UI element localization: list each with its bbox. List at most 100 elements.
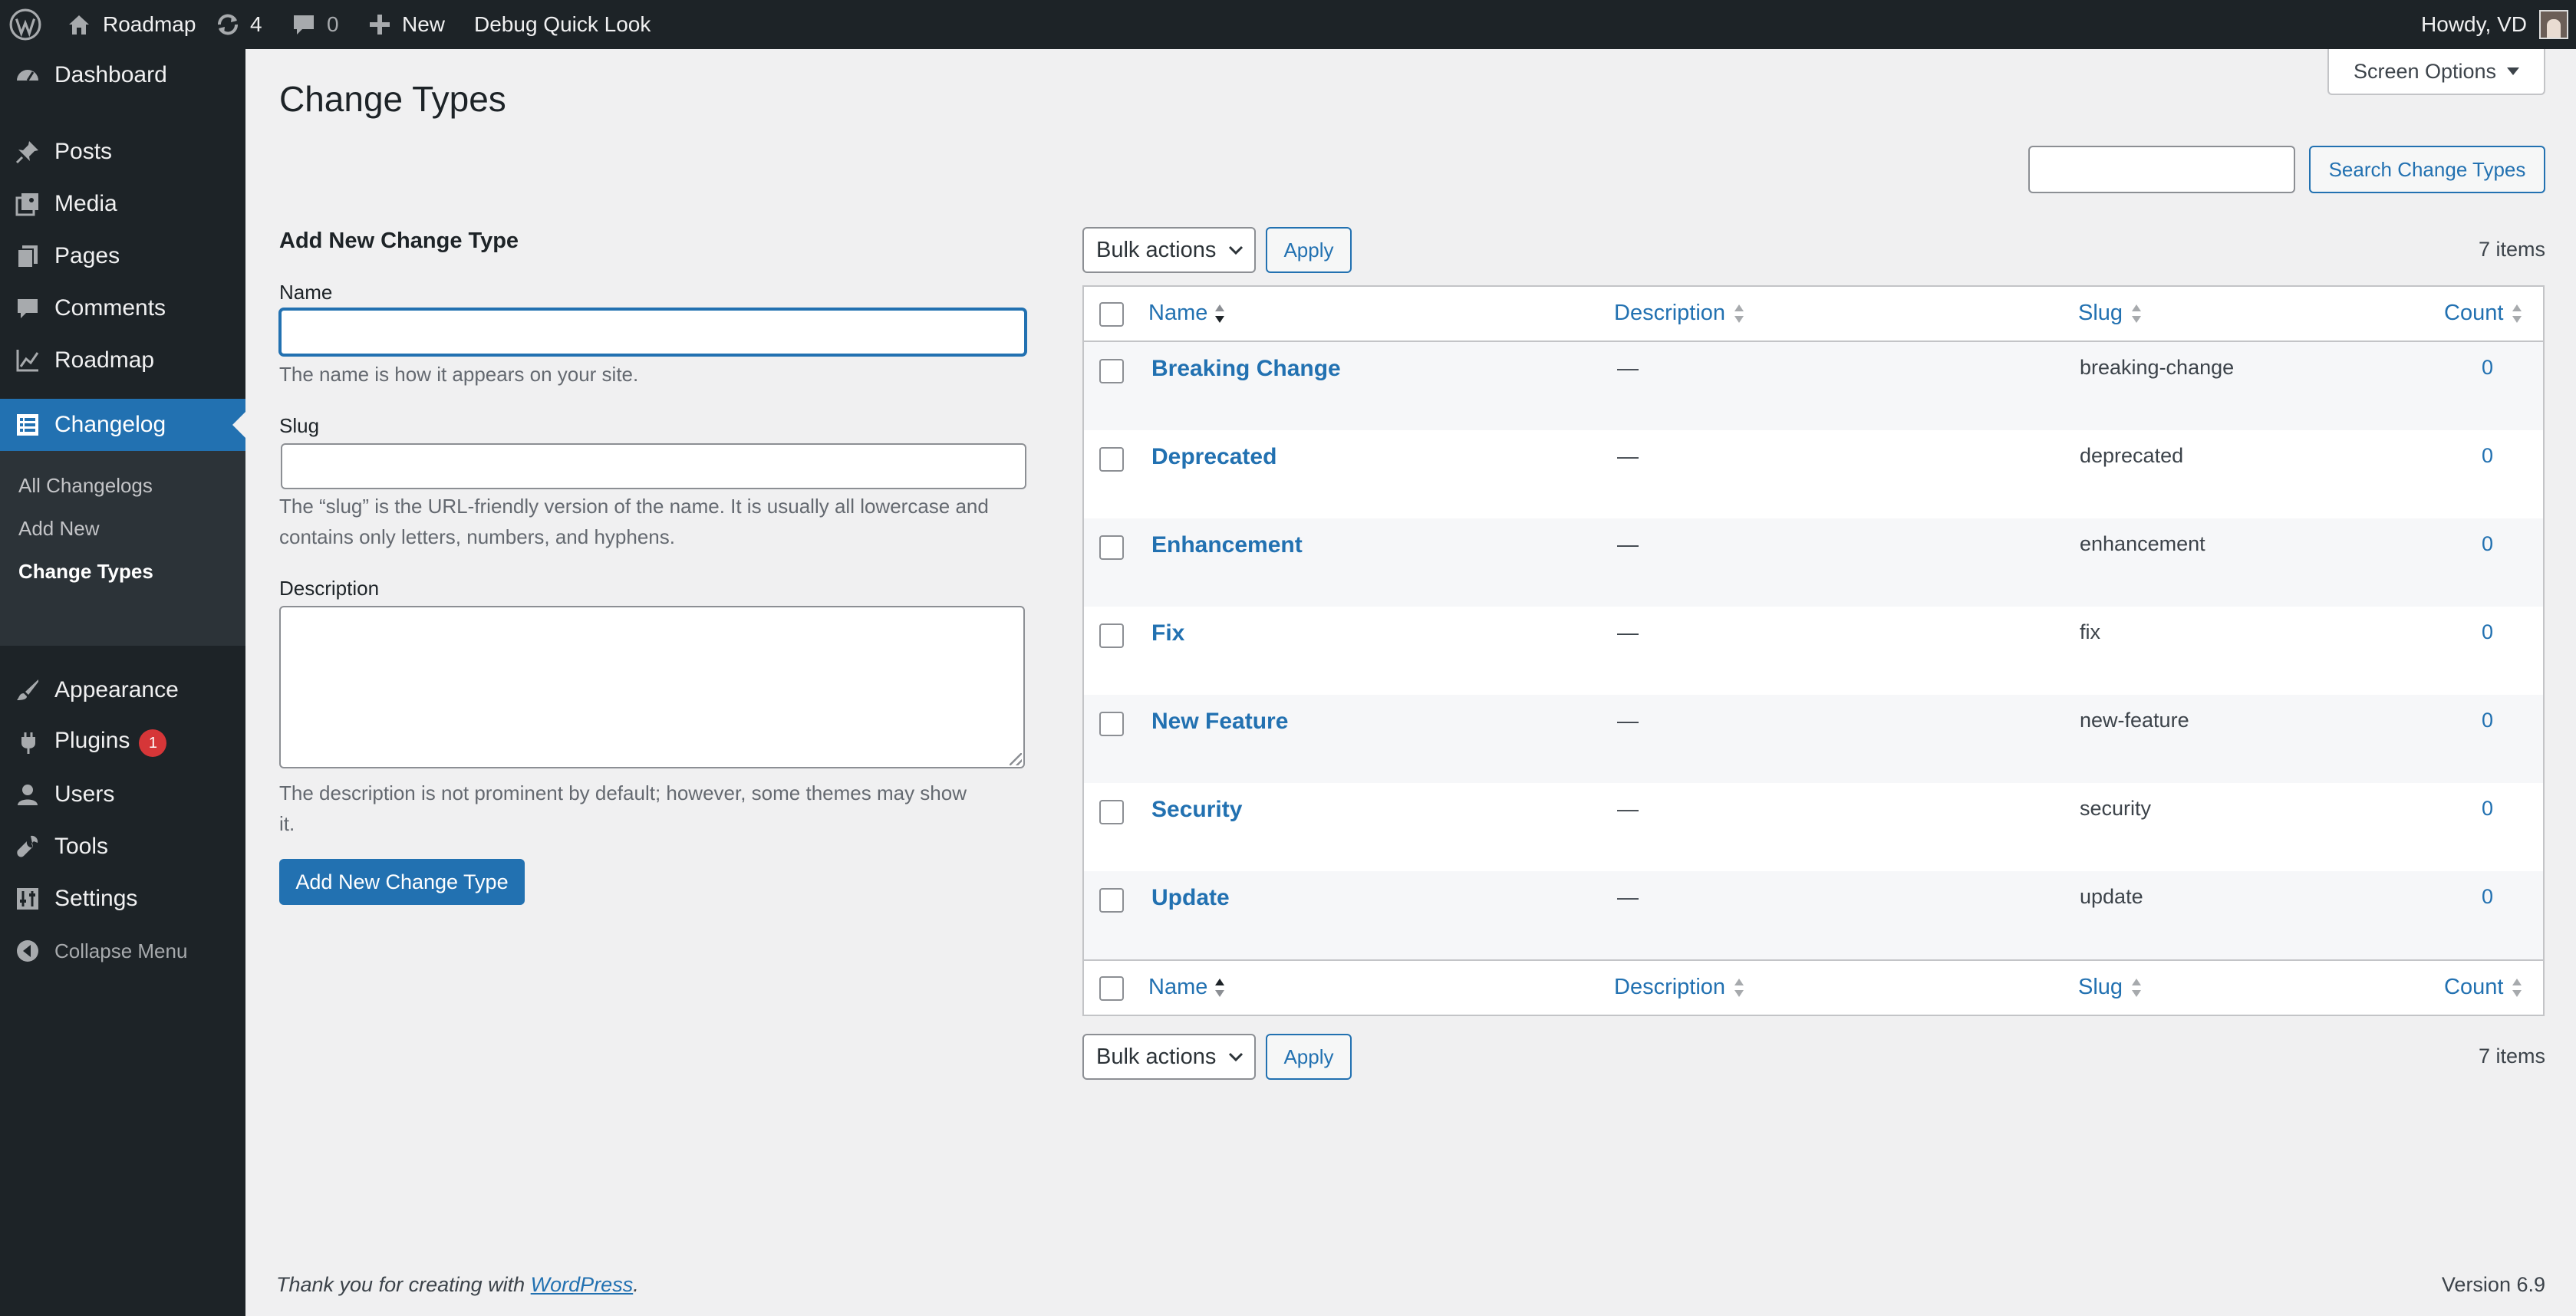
collapse-menu-button[interactable]: Collapse Menu — [0, 933, 245, 969]
menu-changelog[interactable]: Changelog — [0, 399, 245, 451]
column-footer-slug[interactable]: Slug — [2078, 975, 2143, 1000]
column-header-name[interactable]: Name — [1148, 301, 1226, 326]
comments-link[interactable]: 0 — [292, 0, 339, 49]
menu-users[interactable]: Users — [0, 776, 245, 813]
row-count-link[interactable]: 0 — [2482, 532, 2493, 556]
row-checkbox[interactable] — [1099, 623, 1124, 648]
howdy-text: Howdy, VD — [2421, 12, 2527, 36]
column-footer-name[interactable]: Name — [1148, 975, 1226, 1000]
row-checkbox[interactable] — [1099, 447, 1124, 472]
plugin-icon — [12, 727, 43, 758]
row-checkbox[interactable] — [1099, 359, 1124, 383]
column-header-count[interactable]: Count — [2444, 301, 2523, 326]
bulk-actions-select-bottom[interactable]: Bulk actions — [1082, 1034, 1256, 1080]
table-row: New Feature — new-feature 0 — [1084, 695, 2543, 783]
menu-comments[interactable]: Comments — [0, 290, 245, 327]
name-field[interactable] — [279, 308, 1026, 356]
row-count-link[interactable]: 0 — [2482, 885, 2493, 909]
user-icon — [12, 779, 43, 810]
row-slug: deprecated — [2080, 444, 2184, 467]
media-icon — [12, 189, 43, 219]
row-name-link[interactable]: Enhancement — [1151, 532, 1303, 558]
row-name-link[interactable]: Update — [1151, 885, 1230, 911]
screen-options-button[interactable]: Screen Options — [2327, 49, 2545, 95]
column-header-description[interactable]: Description — [1614, 301, 1745, 326]
select-all-checkbox[interactable] — [1099, 976, 1124, 1001]
menu-plugins[interactable]: Plugins 1 — [0, 724, 245, 761]
menu-label: Users — [54, 781, 115, 807]
row-name-link[interactable]: Security — [1151, 797, 1242, 823]
row-description: — — [1617, 532, 1639, 556]
footer-thanks: Thank you for creating with WordPress. — [276, 1273, 639, 1297]
site-name-link[interactable]: Roadmap — [66, 0, 196, 49]
table-row: Security — security 0 — [1084, 783, 2543, 871]
row-checkbox[interactable] — [1099, 535, 1124, 560]
new-content-link[interactable]: New — [368, 0, 445, 49]
menu-tools[interactable]: Tools — [0, 828, 245, 865]
form-heading: Add New Change Type — [279, 229, 519, 253]
debug-label: Debug Quick Look — [474, 12, 651, 36]
menu-appearance[interactable]: Appearance — [0, 672, 245, 709]
row-name-link[interactable]: Fix — [1151, 620, 1184, 646]
add-new-change-type-button[interactable]: Add New Change Type — [279, 859, 525, 905]
apply-button-top[interactable]: Apply — [1266, 227, 1352, 273]
sort-icon — [1733, 976, 1745, 999]
row-count-link[interactable]: 0 — [2482, 356, 2493, 380]
avatar[interactable] — [2539, 0, 2568, 49]
description-field[interactable] — [279, 606, 1025, 768]
column-footer-description[interactable]: Description — [1614, 975, 1745, 1000]
bulk-actions-select-top[interactable]: Bulk actions — [1082, 227, 1256, 273]
debug-quick-look-link[interactable]: Debug Quick Look — [474, 0, 651, 49]
menu-posts[interactable]: Posts — [0, 133, 245, 170]
row-count-link[interactable]: 0 — [2482, 797, 2493, 821]
select-all-checkbox[interactable] — [1099, 302, 1124, 327]
apply-button-bottom[interactable]: Apply — [1266, 1034, 1352, 1080]
menu-roadmap[interactable]: Roadmap — [0, 342, 245, 379]
search-input[interactable] — [2028, 146, 2295, 193]
sort-icon — [1733, 302, 1745, 325]
row-description: — — [1617, 885, 1639, 909]
menu-label: Tools — [54, 834, 109, 859]
menu-label: Media — [54, 191, 117, 216]
slug-field[interactable] — [281, 443, 1026, 489]
row-checkbox[interactable] — [1099, 712, 1124, 736]
column-header-slug[interactable]: Slug — [2078, 301, 2143, 326]
slug-help-line-1: The “slug” is the URL-friendly version o… — [279, 495, 989, 518]
row-checkbox[interactable] — [1099, 888, 1124, 913]
search-button-label: Search Change Types — [2328, 157, 2526, 181]
row-count-link[interactable]: 0 — [2482, 620, 2493, 644]
search-button[interactable]: Search Change Types — [2309, 146, 2545, 193]
row-name-link[interactable]: New Feature — [1151, 709, 1288, 735]
row-name-link[interactable]: Deprecated — [1151, 444, 1276, 470]
table-row: Deprecated — deprecated 0 — [1084, 430, 2543, 518]
submenu-change-types[interactable]: Change Types — [18, 560, 153, 584]
row-description: — — [1617, 444, 1639, 468]
menu-dashboard[interactable]: Dashboard — [0, 49, 245, 101]
row-count-link[interactable]: 0 — [2482, 709, 2493, 732]
row-name-link[interactable]: Breaking Change — [1151, 356, 1341, 382]
updates-link[interactable]: 4 — [215, 0, 262, 49]
sort-icon — [1214, 976, 1226, 999]
row-count-link[interactable]: 0 — [2482, 444, 2493, 468]
menu-settings[interactable]: Settings — [0, 880, 245, 917]
row-slug: breaking-change — [2080, 356, 2235, 379]
menu-label: Posts — [54, 139, 113, 164]
change-types-table: Name Description Slug Count Breaking Cha… — [1082, 285, 2545, 1016]
row-slug: enhancement — [2080, 532, 2205, 555]
menu-media[interactable]: Media — [0, 186, 245, 222]
wordpress-link[interactable]: WordPress — [531, 1273, 634, 1296]
row-slug: fix — [2080, 620, 2100, 643]
slug-help-line-2: contains only letters, numbers, and hyph… — [279, 525, 675, 548]
chevron-down-icon — [1228, 1051, 1244, 1062]
row-checkbox[interactable] — [1099, 800, 1124, 824]
wordpress-logo-icon[interactable] — [9, 0, 41, 49]
footer-version: Version 6.9 — [2441, 1273, 2545, 1296]
apply-label: Apply — [1283, 238, 1334, 262]
column-footer-count[interactable]: Count — [2444, 975, 2523, 1000]
resize-handle-icon[interactable] — [1010, 753, 1022, 765]
submenu-all-changelogs[interactable]: All Changelogs — [18, 474, 153, 498]
submenu-add-new[interactable]: Add New — [18, 517, 100, 541]
menu-pages[interactable]: Pages — [0, 238, 245, 275]
menu-label: Comments — [54, 295, 166, 321]
my-account-link[interactable]: Howdy, VD — [2421, 0, 2527, 49]
